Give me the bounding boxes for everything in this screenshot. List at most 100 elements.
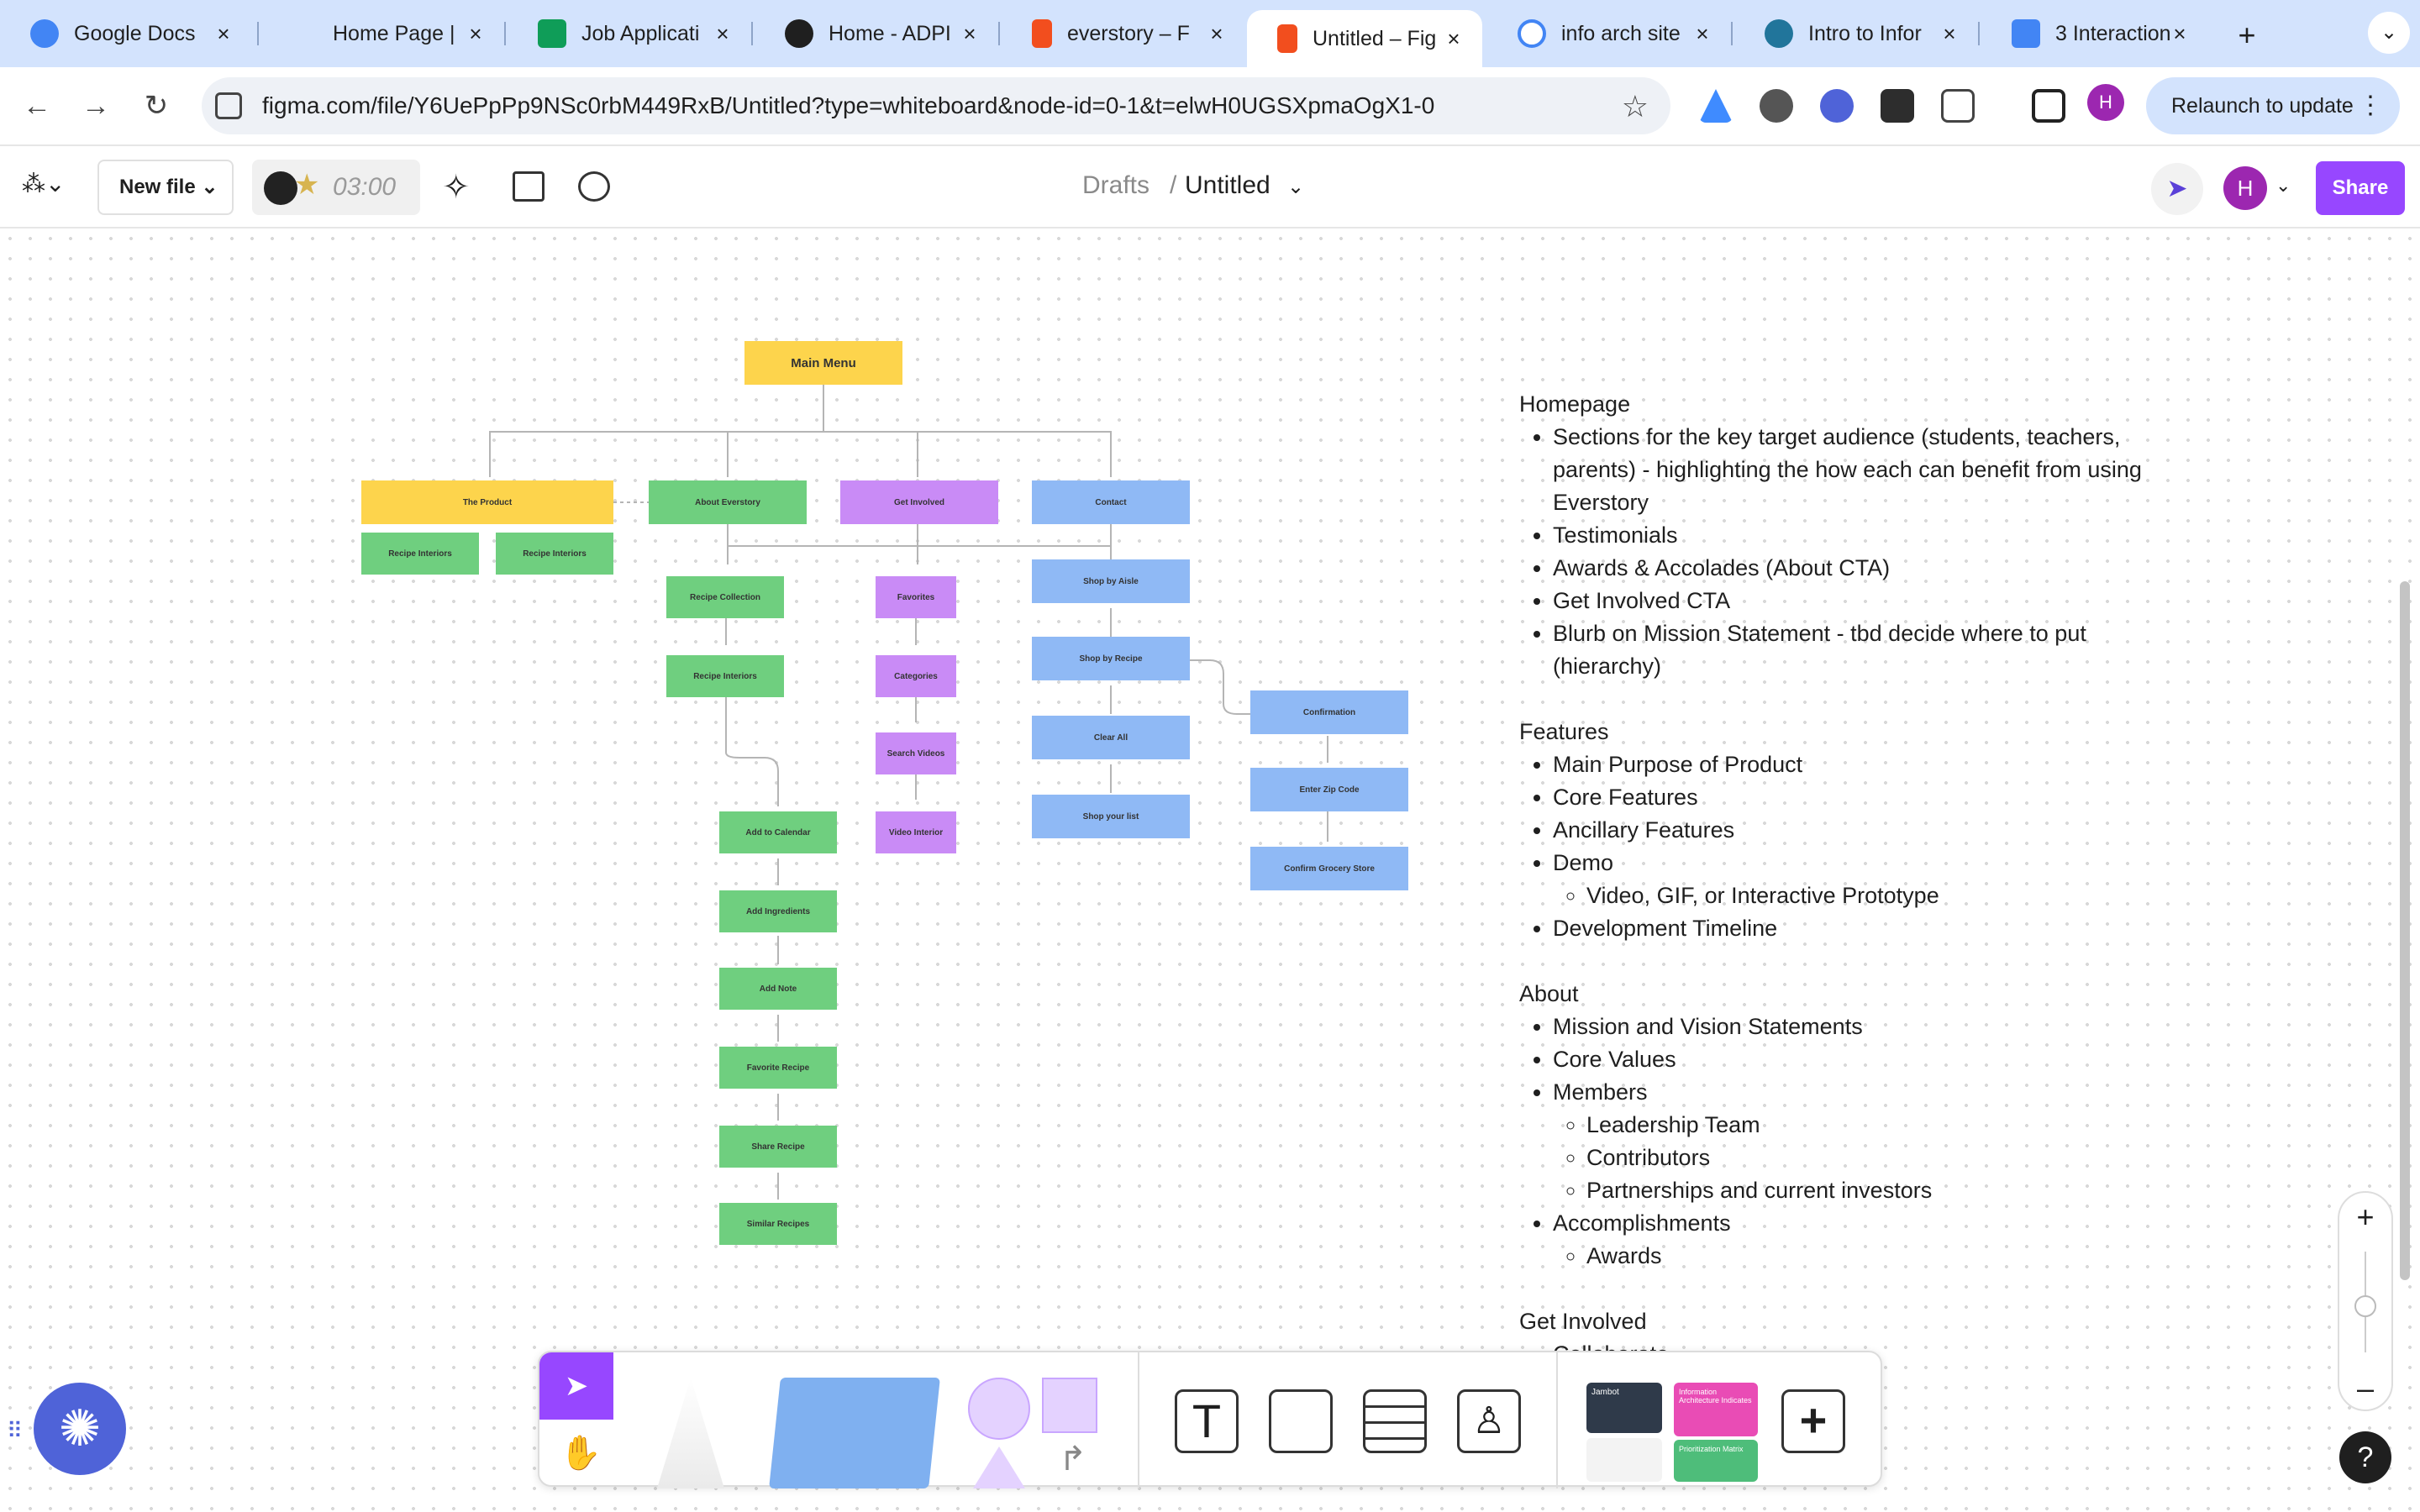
node-search-videos[interactable]: Search Videos	[876, 732, 956, 774]
tab-job-applications[interactable]: Job Applicati ×	[508, 0, 751, 67]
node-recipe-interiors[interactable]: Recipe Interiors	[666, 655, 784, 697]
templates-thumbnails[interactable]: Jambot Information Architecture Indicate…	[1586, 1383, 1758, 1482]
node-the-product[interactable]: The Product	[361, 480, 613, 524]
close-icon[interactable]: ×	[1687, 18, 1718, 49]
zoom-in-button[interactable]: +	[2339, 1200, 2391, 1235]
square-shape-icon[interactable]	[1042, 1378, 1097, 1433]
node-get-involved[interactable]: Get Involved	[840, 480, 998, 524]
node-shop-by-recipe[interactable]: Shop by Recipe	[1032, 637, 1190, 680]
drive-extension-icon[interactable]	[1699, 89, 1733, 123]
node-confirmation[interactable]: Confirmation	[1250, 690, 1408, 734]
wordpress-extension-icon[interactable]	[1760, 89, 1793, 123]
circle-shape-icon[interactable]	[968, 1378, 1030, 1440]
ai-sparkle-icon[interactable]: ✧	[442, 168, 471, 207]
screencast-extension-icon[interactable]	[1881, 89, 1914, 123]
close-icon[interactable]: ×	[1934, 18, 1965, 49]
chevron-down-icon[interactable]: ⌄	[1287, 175, 1304, 199]
node-add-note[interactable]: Add Note	[719, 968, 837, 1010]
node-recipe-collection[interactable]: Recipe Collection	[666, 576, 784, 618]
tab-intro-info[interactable]: Intro to Infor ×	[1734, 0, 1978, 67]
back-icon[interactable]: ←	[13, 82, 60, 129]
plugin-widget-button[interactable]: ✺	[34, 1383, 126, 1475]
vertical-scrollbar[interactable]	[2400, 581, 2410, 1280]
close-icon[interactable]: ×	[1439, 24, 1469, 54]
cursor-chat-icon[interactable]: ➤	[2151, 163, 2203, 215]
zoom-slider-handle[interactable]	[2354, 1295, 2376, 1317]
whiteboard-canvas[interactable]: Main Menu The Product Recipe Interiors R…	[0, 228, 2420, 1512]
menu-dots-icon[interactable]: ⋮	[2358, 77, 2383, 134]
help-button[interactable]: ?	[2339, 1431, 2391, 1483]
new-file-button[interactable]: New file ⌄	[97, 160, 234, 215]
section-tool-icon[interactable]	[1269, 1389, 1333, 1453]
pen-tool-icon[interactable]	[657, 1378, 724, 1488]
timer-widget[interactable]: ★ 03:00	[252, 160, 420, 215]
tab-search-icon[interactable]: ⌄	[2368, 12, 2410, 54]
breadcrumb-drafts[interactable]: Drafts	[1082, 171, 1150, 200]
tab-interactions[interactable]: 3 Interaction ×	[1981, 0, 2208, 67]
table-tool-icon[interactable]	[1363, 1389, 1427, 1453]
text-tool-icon[interactable]: T	[1175, 1389, 1239, 1453]
node-recipe-interiors[interactable]: Recipe Interiors	[496, 533, 613, 575]
comment-icon[interactable]	[578, 171, 610, 202]
tab-info-arch[interactable]: info arch site ×	[1487, 0, 1731, 67]
node-favorite-recipe[interactable]: Favorite Recipe	[719, 1047, 837, 1089]
node-confirm-grocery-store[interactable]: Confirm Grocery Store	[1250, 847, 1408, 890]
site-settings-icon[interactable]	[215, 92, 242, 119]
tab-adpi[interactable]: Home - ADPI ×	[755, 0, 998, 67]
close-icon[interactable]: ×	[460, 18, 491, 49]
chevron-down-icon[interactable]: ⌄	[2275, 175, 2291, 197]
extension-icon[interactable]	[1820, 89, 1854, 123]
profile-avatar[interactable]: H	[2087, 84, 2124, 121]
figma-main-menu-icon[interactable]: ⁂⌄	[22, 170, 65, 207]
node-favorites[interactable]: Favorites	[876, 576, 956, 618]
node-about-everstory[interactable]: About Everstory	[649, 480, 807, 524]
drag-handle-icon[interactable]: ⠿	[7, 1418, 23, 1444]
node-similar-recipes[interactable]: Similar Recipes	[719, 1203, 837, 1245]
tab-untitled-active[interactable]: Untitled – Fig ×	[1247, 10, 1482, 67]
move-tool-icon[interactable]: ➤	[539, 1352, 613, 1420]
node-enter-zip-code[interactable]: Enter Zip Code	[1250, 768, 1408, 811]
node-shop-by-aisle[interactable]: Shop by Aisle	[1032, 559, 1190, 603]
node-share-recipe[interactable]: Share Recipe	[719, 1126, 837, 1168]
connector-arrow-icon[interactable]: ↱	[1059, 1440, 1087, 1478]
new-tab-icon[interactable]: +	[2228, 17, 2265, 54]
share-button[interactable]: Share	[2316, 161, 2405, 215]
node-contact[interactable]: Contact	[1032, 480, 1190, 524]
tab-everstory[interactable]: everstory – F ×	[1002, 0, 1245, 67]
address-bar[interactable]: figma.com/file/Y6UePpPp9NSc0rbM449RxB/Un…	[202, 77, 1670, 134]
url-text[interactable]: figma.com/file/Y6UePpPp9NSc0rbM449RxB/Un…	[262, 92, 1434, 119]
reload-icon[interactable]: ↻	[133, 82, 180, 129]
template-thumbnail[interactable]	[1586, 1438, 1662, 1482]
node-add-to-calendar[interactable]: Add to Calendar	[719, 811, 837, 853]
file-name[interactable]: Untitled	[1185, 171, 1270, 200]
user-avatar[interactable]: H	[2223, 166, 2267, 210]
template-prioritization-matrix[interactable]: Prioritization Matrix	[1674, 1440, 1758, 1482]
relaunch-button[interactable]: Relaunch to update ⋮	[2146, 77, 2400, 134]
close-icon[interactable]: ×	[2165, 18, 2195, 49]
node-main-menu[interactable]: Main Menu	[744, 341, 902, 385]
node-shop-your-list[interactable]: Shop your list	[1032, 795, 1190, 838]
puzzle-extensions-icon[interactable]	[1941, 89, 1975, 123]
close-icon[interactable]: ×	[208, 18, 239, 49]
node-recipe-interiors[interactable]: Recipe Interiors	[361, 533, 479, 575]
node-add-ingredients[interactable]: Add Ingredients	[719, 890, 837, 932]
close-icon[interactable]: ×	[708, 18, 738, 49]
triangle-shape-icon[interactable]	[973, 1446, 1025, 1488]
bookmark-star-icon[interactable]: ☆	[1622, 89, 1649, 124]
forward-icon[interactable]: →	[72, 82, 119, 129]
more-tools-plus-icon[interactable]: +	[1781, 1389, 1845, 1453]
side-panel-icon[interactable]	[2032, 89, 2065, 123]
sticky-note-icon[interactable]	[769, 1378, 940, 1488]
close-icon[interactable]: ×	[1202, 18, 1232, 49]
node-clear-all[interactable]: Clear All	[1032, 716, 1190, 759]
template-information-architecture[interactable]: Information Architecture Indicates	[1674, 1383, 1758, 1436]
hand-tool-icon[interactable]: ✋	[560, 1433, 602, 1473]
stamp-tool-icon[interactable]: ♙	[1457, 1389, 1521, 1453]
zoom-out-button[interactable]: –	[2339, 1371, 2391, 1406]
tab-google-docs[interactable]: Google Docs ×	[0, 0, 252, 67]
template-jambot[interactable]: Jambot	[1586, 1383, 1662, 1433]
notes-text-block[interactable]: Homepage Sections for the key target aud…	[1519, 388, 2175, 1502]
templates-icon[interactable]	[513, 171, 544, 202]
node-categories[interactable]: Categories	[876, 655, 956, 697]
tab-home-page[interactable]: Home Page | ×	[260, 0, 504, 67]
